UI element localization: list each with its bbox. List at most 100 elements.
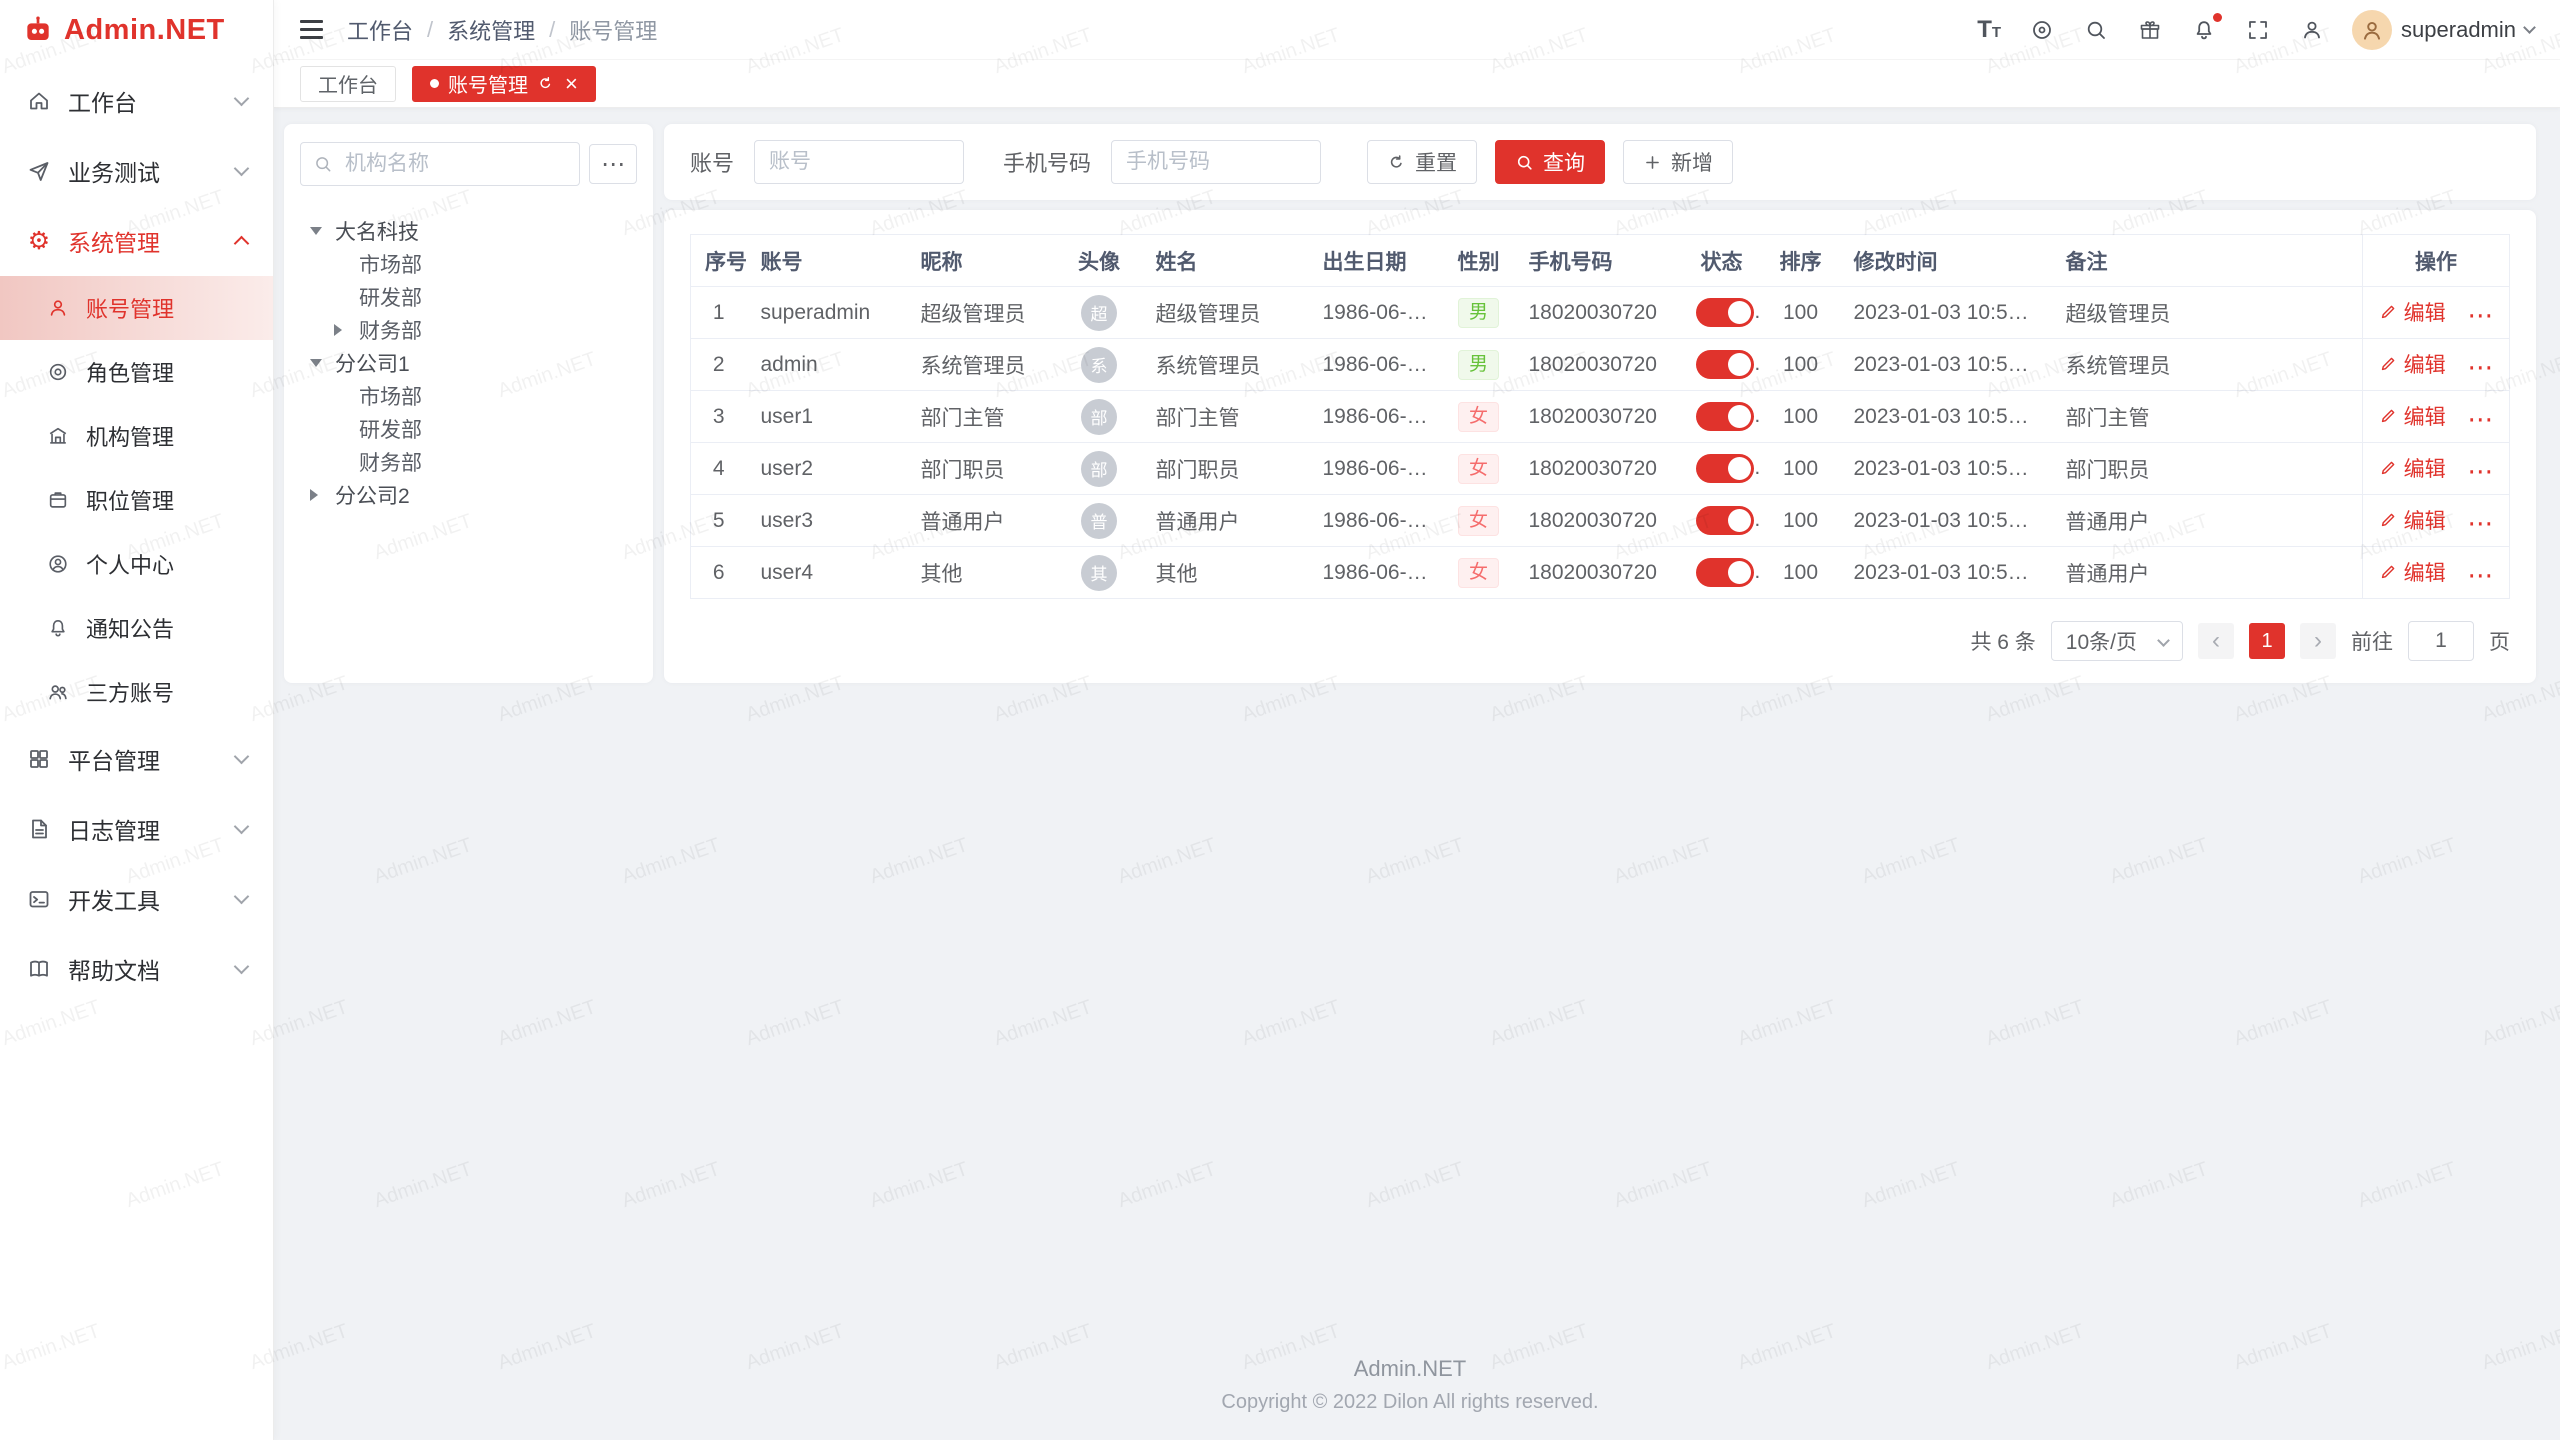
sidebar-item-help-docs[interactable]: 帮助文档 — [0, 934, 273, 1004]
chevron-down-icon — [234, 959, 250, 975]
cell-order: 100 — [1762, 443, 1840, 495]
more-actions-icon[interactable]: ⋯ — [2467, 300, 2493, 330]
user-menu[interactable]: superadmin — [2352, 10, 2534, 50]
cell-name: 超级管理员 — [1142, 287, 1309, 339]
goto-page-input[interactable] — [2408, 621, 2474, 661]
edit-button[interactable]: 编辑 — [2379, 401, 2446, 431]
sidebar-item-dev-tools[interactable]: 开发工具 — [0, 864, 273, 934]
tree-node-label: 研发部 — [359, 414, 422, 444]
table-row: 6 user4 其他 其 其他 1986-06-28 女 18020030720 — [691, 547, 2510, 599]
cell-name: 部门主管 — [1142, 391, 1309, 443]
query-form: 账号 手机号码 重置 查询 — [664, 124, 2536, 200]
cell-seq: 5 — [691, 495, 747, 547]
breadcrumb-item[interactable]: 系统管理 — [447, 14, 535, 46]
edit-button[interactable]: 编辑 — [2379, 557, 2446, 587]
search-icon — [313, 154, 333, 174]
notification-icon[interactable] — [2190, 16, 2217, 43]
close-icon[interactable]: × — [565, 73, 578, 95]
cell-remark: 部门职员 — [2052, 443, 2363, 495]
phone-input[interactable] — [1111, 140, 1321, 184]
sidebar-item-personal-center[interactable]: 个人中心 — [0, 532, 273, 596]
cell-actions: 编辑 ⋯ — [2363, 339, 2510, 391]
tree-node[interactable]: 研发部 — [300, 280, 637, 313]
caret-down-icon — [310, 227, 322, 235]
active-dot-icon — [430, 79, 439, 88]
tree-node[interactable]: 财务部 — [300, 313, 637, 346]
tree-node[interactable]: 研发部 — [300, 412, 637, 445]
tree-node[interactable]: 市场部 — [300, 247, 637, 280]
prev-page-button[interactable]: ‹ — [2198, 623, 2234, 659]
chevron-down-icon — [2523, 21, 2536, 34]
more-actions-icon[interactable]: ⋯ — [2467, 560, 2493, 590]
refresh-icon[interactable] — [537, 75, 554, 92]
page-number-button[interactable]: 1 — [2249, 623, 2285, 659]
more-options-icon[interactable]: ⋯ — [589, 144, 637, 184]
status-toggle[interactable] — [1696, 506, 1754, 535]
username: superadmin — [2401, 17, 2516, 43]
org-search-input[interactable] — [300, 142, 580, 186]
status-toggle[interactable] — [1696, 402, 1754, 431]
edit-button[interactable]: 编辑 — [2379, 297, 2446, 327]
cell-birth: 1986-06-28 — [1309, 443, 1443, 495]
more-actions-icon[interactable]: ⋯ — [2467, 352, 2493, 382]
sidebar-item-role-manage[interactable]: 角色管理 — [0, 340, 273, 404]
breadcrumb-current: 账号管理 — [569, 14, 657, 46]
more-actions-icon[interactable]: ⋯ — [2467, 404, 2493, 434]
sidebar-item-business-test[interactable]: 业务测试 — [0, 136, 273, 206]
sidebar-item-org-manage[interactable]: 机构管理 — [0, 404, 273, 468]
phone-label: 手机号码 — [1003, 146, 1091, 178]
next-page-button[interactable]: › — [2300, 623, 2336, 659]
search-icon[interactable] — [2082, 16, 2109, 43]
status-toggle[interactable] — [1696, 558, 1754, 587]
account-input[interactable] — [754, 140, 964, 184]
row-avatar: 超 — [1081, 295, 1117, 331]
user-outline-icon[interactable] — [2298, 16, 2325, 43]
status-toggle[interactable] — [1696, 298, 1754, 327]
sidebar-item-notice[interactable]: 通知公告 — [0, 596, 273, 660]
tab-workbench[interactable]: 工作台 — [300, 66, 396, 102]
search-button[interactable]: 查询 — [1495, 140, 1605, 184]
sidebar-item-system-manage[interactable]: ⚙ 系统管理 — [0, 206, 273, 276]
caret-right-icon — [334, 324, 342, 336]
sidebar-item-label: 角色管理 — [86, 356, 174, 388]
breadcrumb: 工作台 / 系统管理 / 账号管理 — [347, 14, 657, 46]
logo[interactable]: Admin.NET — [0, 0, 273, 60]
cell-order: 100 — [1762, 547, 1840, 599]
add-button[interactable]: 新增 — [1623, 140, 1733, 184]
tree-node[interactable]: 分公司2 — [300, 478, 637, 511]
sidebar-item-account-manage[interactable]: 账号管理 — [0, 276, 273, 340]
sidebar-item-position-manage[interactable]: 职位管理 — [0, 468, 273, 532]
more-actions-icon[interactable]: ⋯ — [2467, 456, 2493, 486]
tree-node[interactable]: 分公司1 — [300, 346, 637, 379]
sidebar-item-label: 系统管理 — [68, 224, 236, 258]
status-toggle[interactable] — [1696, 454, 1754, 483]
breadcrumb-item[interactable]: 工作台 — [347, 14, 413, 46]
tree-node[interactable]: 大名科技 — [300, 214, 637, 247]
edit-button[interactable]: 编辑 — [2379, 453, 2446, 483]
edit-button[interactable]: 编辑 — [2379, 349, 2446, 379]
page-size-select[interactable]: 10条/页 — [2051, 621, 2183, 661]
status-toggle[interactable] — [1696, 350, 1754, 379]
edit-button[interactable]: 编辑 — [2379, 505, 2446, 535]
account-table-panel: 序号 账号 昵称 头像 姓名 出生日期 性别 手机号码 状态 排序 — [664, 210, 2536, 683]
org-search-row: ⋯ — [300, 142, 637, 186]
gender-tag: 男 — [1458, 298, 1499, 328]
cell-birth: 1986-06-28 — [1309, 287, 1443, 339]
sidebar-item-workbench[interactable]: 工作台 — [0, 66, 273, 136]
cell-actions: 编辑 ⋯ — [2363, 391, 2510, 443]
tree-node[interactable]: 财务部 — [300, 445, 637, 478]
font-size-icon[interactable]: TT — [1977, 18, 2001, 42]
theme-icon[interactable] — [2028, 16, 2055, 43]
page-unit-label: 页 — [2489, 626, 2510, 656]
fullscreen-icon[interactable] — [2244, 16, 2271, 43]
tree-node[interactable]: 市场部 — [300, 379, 637, 412]
more-actions-icon[interactable]: ⋯ — [2467, 508, 2493, 538]
tab-account-manage[interactable]: 账号管理 × — [412, 66, 596, 102]
sidebar-item-third-party-account[interactable]: 三方账号 — [0, 660, 273, 724]
cell-birth: 1986-06-28 — [1309, 339, 1443, 391]
menu-collapse-icon[interactable] — [300, 20, 323, 39]
gift-icon[interactable] — [2136, 16, 2163, 43]
reset-button[interactable]: 重置 — [1367, 140, 1477, 184]
sidebar-item-log-manage[interactable]: 日志管理 — [0, 794, 273, 864]
sidebar-item-platform-manage[interactable]: 平台管理 — [0, 724, 273, 794]
